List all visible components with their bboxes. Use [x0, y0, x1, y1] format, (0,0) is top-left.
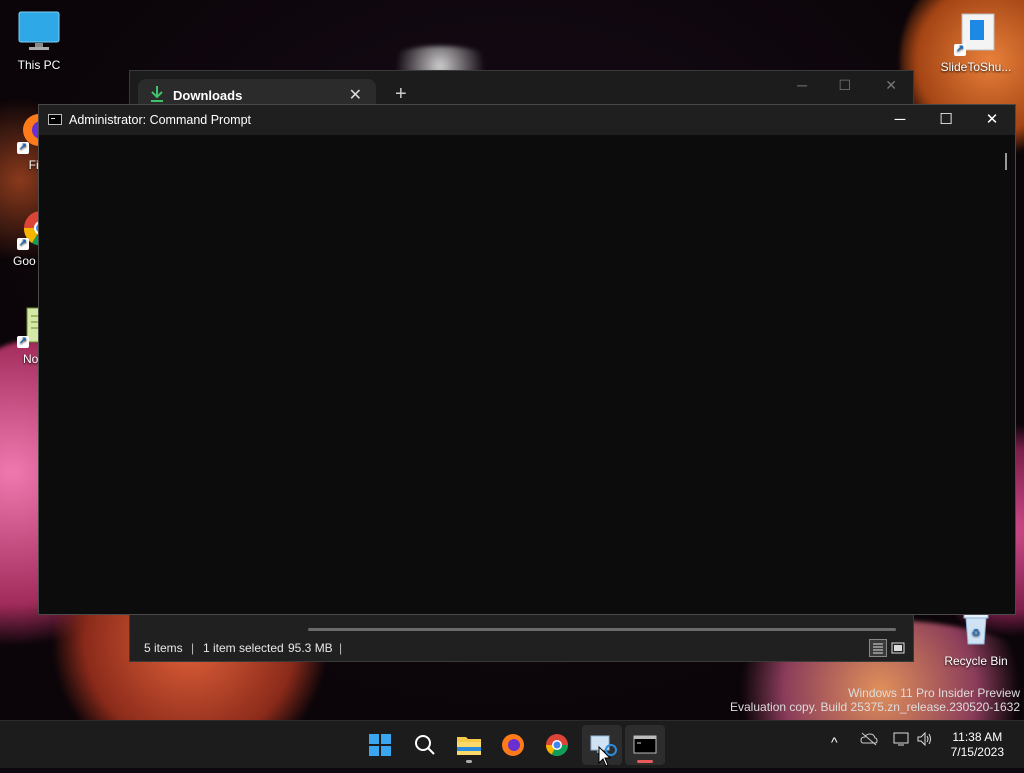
command-prompt-window[interactable]: Administrator: Command Prompt ─ ☐ ✕ — [38, 104, 1016, 615]
desktop-icon-slidetoshutdown[interactable]: ↗ SlideToShu... — [938, 12, 1014, 74]
taskbar-chrome[interactable] — [537, 725, 577, 765]
slidetoshutdown-icon: ↗ — [954, 12, 998, 56]
status-item-count: 5 items — [144, 641, 183, 655]
download-icon — [150, 85, 164, 103]
taskbar-file-explorer[interactable] — [449, 725, 489, 765]
tiles-view-button[interactable] — [889, 639, 907, 657]
desktop-icon-label: Recycle Bin — [944, 654, 1008, 668]
clock-date: 7/15/2023 — [950, 745, 1004, 759]
taskbar-firefox[interactable] — [493, 725, 533, 765]
explorer-status-bar: 5 items | 1 item selected 95.3 MB | — [130, 633, 913, 661]
desktop-icon-this-pc[interactable]: This PC — [4, 10, 74, 72]
mouse-cursor-icon — [598, 745, 612, 773]
status-separator: | — [339, 641, 343, 655]
details-view-button[interactable] — [869, 639, 887, 657]
system-clock[interactable]: 11:38 AM 7/15/2023 — [951, 730, 1004, 760]
volume-icon[interactable] — [916, 731, 934, 750]
cmd-icon — [48, 114, 62, 125]
clock-time: 11:38 AM — [952, 730, 1003, 744]
horizontal-scrollbar[interactable] — [308, 628, 896, 631]
explorer-minimize-button[interactable]: ─ — [797, 77, 807, 93]
explorer-maximize-button[interactable]: ☐ — [838, 77, 851, 94]
status-separator: | — [191, 641, 195, 655]
cmd-maximize-button[interactable]: ☐ — [923, 105, 969, 135]
search-icon — [415, 735, 435, 755]
search-button[interactable] — [405, 725, 445, 765]
cmd-vertical-scrollbar[interactable] — [1005, 153, 1007, 170]
status-selected: 1 item selected — [203, 641, 284, 655]
new-tab-button[interactable]: + — [395, 84, 407, 104]
shortcut-arrow-icon: ↗ — [17, 142, 29, 154]
file-explorer-icon — [457, 737, 481, 755]
cmd-window-title: Administrator: Command Prompt — [69, 113, 252, 127]
cmd-minimize-button[interactable]: ─ — [877, 105, 923, 135]
taskbar-command-prompt[interactable] — [625, 725, 665, 765]
start-icon — [369, 734, 391, 756]
onedrive-icon[interactable] — [860, 731, 878, 750]
desktop-icon-label: SlideToShu... — [940, 60, 1012, 74]
monitor-icon — [17, 10, 61, 54]
network-icon[interactable] — [892, 731, 910, 750]
tab-label: Downloads — [173, 88, 243, 103]
watermark-line-2: Evaluation copy. Build 25375.zn_release.… — [730, 700, 1020, 714]
firefox-icon — [502, 734, 524, 756]
terminal-icon — [633, 735, 657, 754]
running-indicator — [466, 760, 472, 763]
shortcut-arrow-icon: ↗ — [954, 44, 966, 56]
cmd-title-bar[interactable]: Administrator: Command Prompt ─ ☐ ✕ — [39, 105, 1015, 135]
chrome-icon — [546, 734, 568, 756]
desktop-icon-recycle-bin[interactable]: ♻ Recycle Bin — [940, 606, 1012, 668]
shortcut-arrow-icon: ↗ — [17, 336, 29, 348]
active-indicator — [637, 760, 653, 763]
status-size: 95.3 MB — [288, 641, 333, 655]
evaluation-watermark: Windows 11 Pro Insider Preview Evaluatio… — [730, 686, 1020, 714]
explorer-close-button[interactable]: ✕ — [885, 77, 897, 94]
cmd-close-button[interactable]: ✕ — [969, 105, 1015, 135]
show-hidden-icons-button[interactable]: ^ — [831, 734, 838, 750]
tab-close-button[interactable]: ✕ — [349, 85, 362, 105]
shortcut-arrow-icon: ↗ — [17, 238, 29, 250]
start-button[interactable] — [360, 725, 400, 765]
watermark-line-1: Windows 11 Pro Insider Preview — [848, 686, 1020, 700]
svg-text:♻: ♻ — [972, 628, 981, 639]
taskbar: ^ 11:38 AM 7/15/2023 — [0, 720, 1024, 768]
desktop-icon-label: This PC — [17, 58, 61, 72]
cmd-console-area[interactable] — [39, 135, 1001, 614]
